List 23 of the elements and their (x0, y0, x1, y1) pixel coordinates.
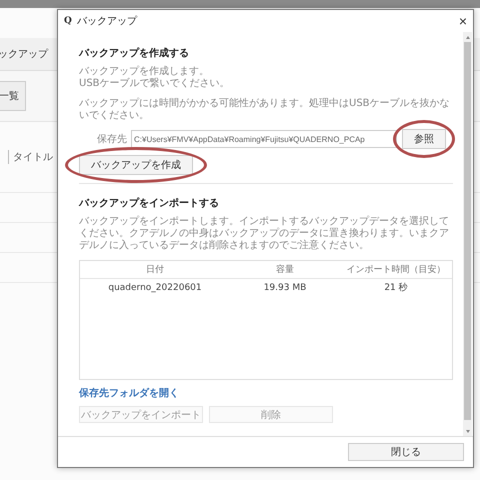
field-label: 保存先 (96, 132, 127, 146)
open-folder-link[interactable]: 保存先フォルダを開く (79, 386, 179, 400)
column-header: インポート時間（目安） (346, 264, 446, 276)
column-header: 日付 (145, 264, 165, 276)
section-title: バックアップを作成する (79, 46, 190, 60)
table-cell-text: 21 秒 (383, 282, 409, 294)
table-cell-text: quaderno_20220601 (107, 282, 203, 292)
warning-text: バックアップには時間がかかる可能性があります。処理中はUSBケーブルを抜かないでください。 (79, 98, 451, 122)
description-text: バックアップを作成します。 USBケーブルで繋いでください。 (79, 66, 231, 90)
table-cell-text: 19.93 MB (262, 282, 308, 292)
close-button[interactable]: × (456, 14, 469, 28)
scroll-thumb[interactable] (464, 42, 471, 420)
create-backup-button[interactable]: バックアップを作成 (79, 155, 193, 175)
section-title: バックアップをインポートする (79, 196, 220, 210)
scrollbar[interactable] (463, 32, 472, 436)
path-field[interactable]: C:¥Users¥FMV¥AppData¥Roaming¥Fujitsu¥QUADERNO_PCAp (131, 130, 397, 148)
browse-button[interactable]: 参照 (402, 129, 446, 149)
description-text: バックアップをインポートします。インポートするバックアップデータを選択してください。クアデルノの中身はバックアップのデータに置き換わります。いまクアデルノに入っているデータは削除されますのでご注意ください。 (79, 216, 450, 252)
window-title: バックアップ (76, 14, 138, 28)
column-header: タイトル (8, 150, 53, 164)
close-dialog-button[interactable]: 閉じる (348, 443, 464, 461)
column-header: 容量 (275, 264, 295, 276)
app-icon: Q (64, 16, 72, 26)
